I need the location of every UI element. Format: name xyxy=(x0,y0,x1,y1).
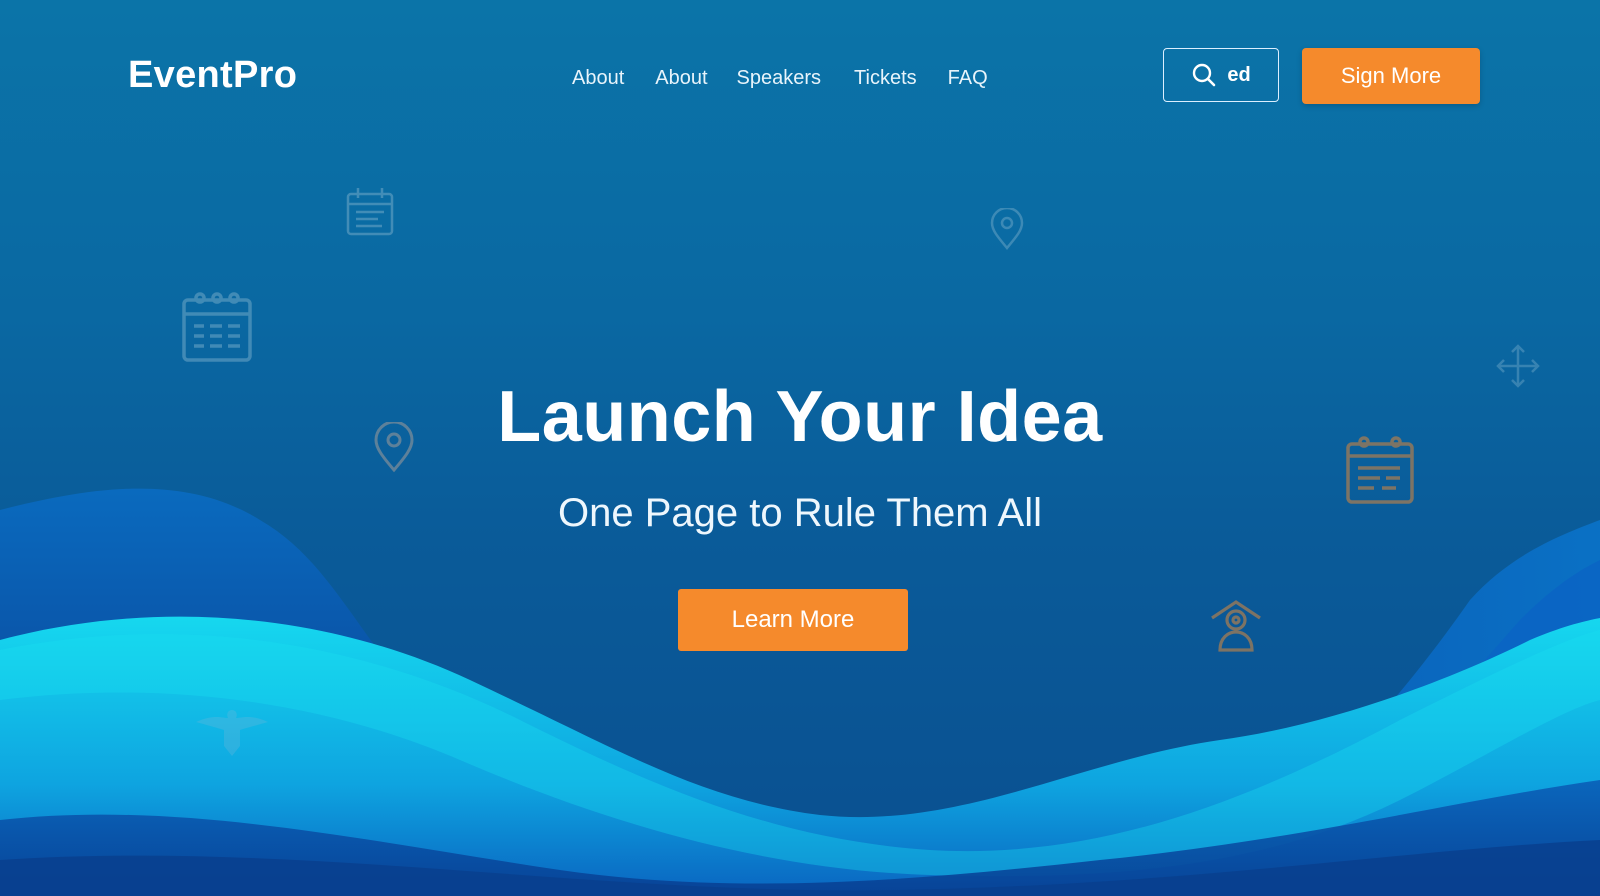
learn-more-button[interactable]: Learn More xyxy=(678,589,908,651)
main-nav: About About Speakers Tickets FAQ xyxy=(572,63,1019,93)
nav-tickets[interactable]: Tickets xyxy=(854,63,917,93)
search-button[interactable]: ed xyxy=(1163,48,1279,102)
nav-faq[interactable]: FAQ xyxy=(948,63,988,93)
nav-about-2[interactable]: About xyxy=(655,63,707,93)
calendar-icon xyxy=(346,188,394,236)
calendar-icon xyxy=(182,292,252,362)
hero-title: Launch Your Idea xyxy=(497,377,1103,457)
location-pin-icon xyxy=(990,208,1024,250)
search-label: ed xyxy=(1227,63,1251,86)
brand-logo[interactable]: EventPro xyxy=(128,54,297,97)
sign-in-button[interactable]: Sign More xyxy=(1302,48,1480,104)
speaker-icon xyxy=(1211,600,1261,652)
nav-about[interactable]: About xyxy=(572,63,624,93)
site-header: EventPro About About Speakers Tickets FA… xyxy=(0,0,1600,150)
search-icon xyxy=(1193,63,1216,87)
hero-subtitle: One Page to Rule Them All xyxy=(558,491,1042,535)
bird-icon xyxy=(196,710,268,756)
nav-speakers[interactable]: Speakers xyxy=(737,63,822,93)
